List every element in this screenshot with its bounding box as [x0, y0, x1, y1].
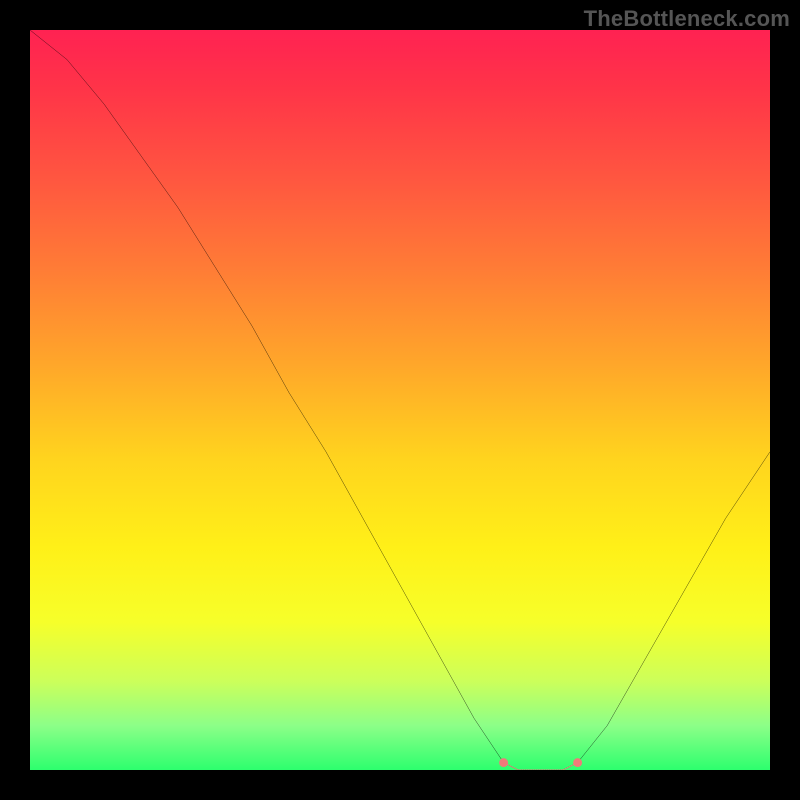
minimum-marker-dot	[499, 758, 508, 767]
bottleneck-curve-path	[30, 30, 770, 770]
watermark-text: TheBottleneck.com	[584, 6, 790, 32]
plot-area	[30, 30, 770, 770]
chart-frame: TheBottleneck.com	[0, 0, 800, 800]
minimum-markers	[499, 758, 582, 770]
chart-svg	[30, 30, 770, 770]
minimum-marker-dot	[573, 758, 582, 767]
minimum-marker-dash	[504, 763, 578, 770]
